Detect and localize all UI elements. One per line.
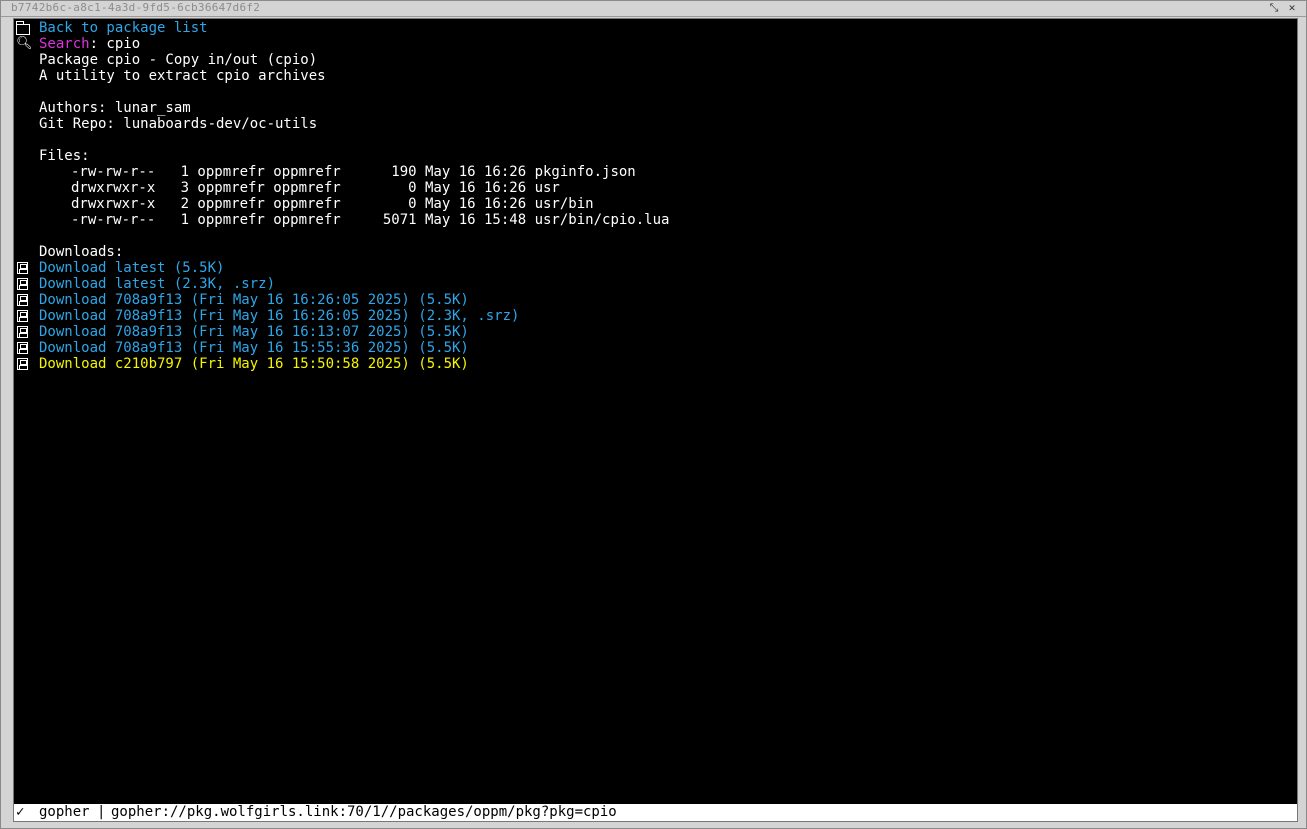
floppy-disk-icon	[17, 326, 28, 338]
floppy-disk-icon	[17, 294, 28, 306]
search-line[interactable]: Search: cpio	[39, 36, 140, 52]
search-query: : cpio	[89, 36, 141, 52]
files-heading: Files:	[39, 148, 90, 164]
downloads-heading: Downloads:	[39, 244, 124, 260]
package-title: Package cpio - Copy in/out (cpio)	[39, 52, 318, 68]
floppy-disk-icon	[17, 278, 28, 290]
authors-line: Authors: lunar_sam	[39, 100, 191, 116]
floppy-disk-icon	[17, 310, 28, 322]
resize-icon[interactable]: ⤡	[1267, 1, 1281, 15]
folder-icon	[16, 21, 30, 35]
title-bar: b7742b6c-a8c1-4a3d-9fd5-6cb36647d6f2 ⤡ ✕	[1, 1, 1306, 17]
file-row: -rw-rw-r-- 1 oppmrefr oppmrefr 5071 May …	[71, 212, 670, 228]
status-bar: ✓ gopher | gopher://pkg.wolfgirls.link:7…	[13, 804, 1298, 822]
download-link[interactable]: Download 708a9f13 (Fri May 16 16:26:05 2…	[39, 292, 469, 308]
git-repo-line: Git Repo: lunaboards-dev/oc-utils	[39, 116, 318, 132]
file-row: -rw-rw-r-- 1 oppmrefr oppmrefr 190 May 1…	[71, 164, 636, 180]
download-link[interactable]: Download 708a9f13 (Fri May 16 15:55:36 2…	[39, 340, 469, 356]
floppy-disk-icon	[17, 358, 28, 370]
protocol-label: gopher	[39, 804, 90, 820]
url-field[interactable]: gopher://pkg.wolfgirls.link:70/1//packag…	[111, 804, 617, 821]
file-row: drwxrwxr-x 3 oppmrefr oppmrefr 0 May 16 …	[71, 180, 560, 196]
status-separator: |	[97, 804, 106, 820]
download-link-selected[interactable]: Download c210b797 (Fri May 16 15:50:58 2…	[39, 356, 469, 372]
download-link[interactable]: Download 708a9f13 (Fri May 16 16:26:05 2…	[39, 308, 519, 324]
search-icon: 🔍︎	[16, 36, 33, 51]
floppy-disk-icon	[17, 262, 28, 274]
file-row: drwxrwxr-x 2 oppmrefr oppmrefr 0 May 16 …	[71, 196, 594, 212]
terminal-screen: Back to package list 🔍︎ Search: cpio Pac…	[13, 18, 1298, 805]
download-link[interactable]: Download 708a9f13 (Fri May 16 16:13:07 2…	[39, 324, 469, 340]
close-icon[interactable]: ✕	[1285, 1, 1299, 15]
download-link[interactable]: Download latest (2.3K, .srz)	[39, 276, 275, 292]
download-link[interactable]: Download latest (5.5K)	[39, 260, 224, 276]
floppy-disk-icon	[17, 342, 28, 354]
back-to-package-list-link[interactable]: Back to package list	[39, 20, 208, 36]
search-label: Search	[39, 36, 90, 52]
window-title: b7742b6c-a8c1-4a3d-9fd5-6cb36647d6f2	[11, 1, 261, 14]
package-description: A utility to extract cpio archives	[39, 68, 326, 84]
check-icon: ✓	[16, 804, 25, 820]
